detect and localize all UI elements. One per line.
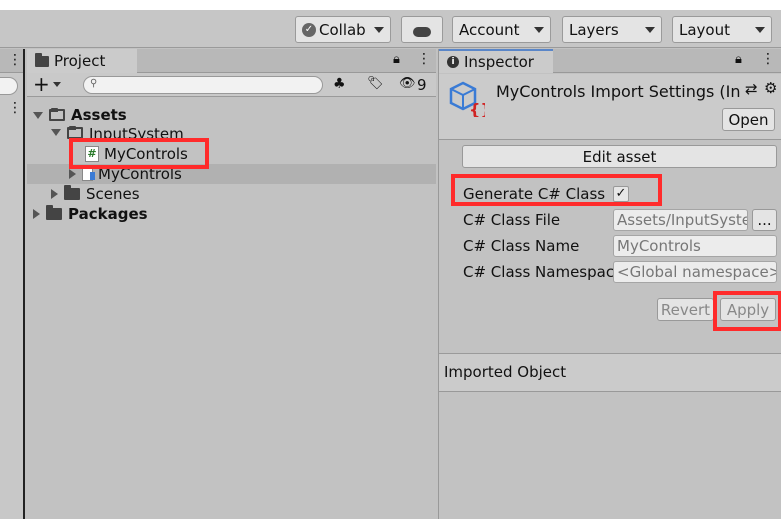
cloud-button[interactable] [401, 16, 443, 43]
left-search-input[interactable] [0, 77, 18, 95]
tree-item-mycontrols-script[interactable]: # MyControls [85, 144, 188, 164]
inspector-panel: i Inspector 🔒︎ ⋮ {} MyControls Import Se… [438, 49, 781, 519]
check-circle-icon: ✓ [302, 22, 316, 37]
main-toolbar: ✓ Collab Account Layers Layout [0, 10, 781, 48]
tree-label: MyControls [104, 145, 188, 163]
class-file-input[interactable]: Assets/InputSyste [613, 209, 748, 231]
chevron-down-icon [645, 26, 655, 33]
label-tag-icon[interactable]: 🏷︎ [367, 76, 384, 91]
svg-text:{}: {} [469, 100, 485, 117]
info-icon: i [447, 56, 459, 68]
apply-button[interactable]: Apply [720, 298, 776, 321]
tree-item-inputsystem[interactable]: InputSystem [51, 125, 184, 139]
tree-label: MyControls [98, 165, 182, 183]
collapse-arrow-icon[interactable] [69, 169, 76, 179]
layers-label: Layers [569, 20, 619, 39]
imported-object-label: Imported Object [444, 363, 567, 381]
input-actions-asset-icon: {} [449, 81, 485, 117]
generate-class-checkbox[interactable]: ✓ [613, 186, 629, 202]
project-tabbar: Project 🔒︎ ⋮ [27, 49, 436, 73]
folder-open-icon [49, 108, 65, 121]
collab-button[interactable]: ✓ Collab [295, 16, 391, 43]
tree-label: InputSystem [89, 125, 184, 139]
chevron-down-icon [374, 26, 384, 33]
folder-icon [46, 205, 62, 220]
layout-label: Layout [679, 20, 730, 39]
tab-inspector-label: Inspector [464, 53, 534, 71]
account-label: Account [459, 20, 520, 39]
expand-arrow-icon[interactable] [51, 129, 61, 136]
tab-project[interactable]: Project [27, 49, 137, 73]
left-panel: ⋮ ⋮ [0, 49, 25, 519]
asset-title: MyControls Import Settings (In [496, 82, 741, 101]
window-top-strip [0, 0, 781, 10]
account-dropdown[interactable]: Account [452, 16, 551, 43]
revert-button[interactable]: Revert [657, 298, 714, 321]
browse-button[interactable]: ... [752, 209, 777, 231]
filter-by-type-icon[interactable]: ♣ [333, 76, 346, 92]
tree-label: Packages [68, 205, 148, 223]
gear-icon[interactable]: ⚙ [764, 79, 777, 97]
lock-icon[interactable]: 🔒︎ [393, 52, 400, 67]
plus-icon[interactable]: + [33, 72, 50, 96]
tree-item-scenes[interactable]: Scenes [51, 184, 140, 204]
input-actions-icon [82, 167, 95, 181]
chevron-down-icon[interactable] [53, 82, 61, 87]
search-icon: ⚲ [90, 78, 98, 89]
generate-class-label: Generate C# Class [463, 185, 606, 203]
tree-label: Assets [71, 106, 127, 124]
tree-label: Scenes [86, 185, 140, 203]
collab-label: Collab [319, 20, 366, 39]
tree-item-mycontrols-asset[interactable]: MyControls [69, 164, 182, 184]
edit-asset-button[interactable]: Edit asset [462, 145, 777, 168]
class-file-label: C# Class File [463, 211, 561, 229]
tab-project-label: Project [54, 52, 106, 70]
folder-open-icon [67, 126, 83, 139]
folder-icon [64, 185, 80, 200]
more-options-icon[interactable]: ⋮ [8, 100, 22, 116]
lock-icon[interactable]: 🔒︎ [735, 52, 742, 67]
tree-item-assets[interactable]: Assets [33, 105, 127, 125]
class-namespace-input[interactable]: <Global namespace> [613, 261, 777, 283]
open-button[interactable]: Open [722, 108, 775, 131]
chevron-down-icon [755, 26, 765, 33]
hidden-count: 9 [417, 76, 427, 94]
collapse-arrow-icon[interactable] [33, 209, 40, 219]
inspector-tabbar: i Inspector 🔒︎ ⋮ [439, 49, 781, 73]
more-options-icon[interactable]: ⋮ [761, 51, 775, 67]
layers-dropdown[interactable]: Layers [562, 16, 662, 43]
more-options-icon[interactable]: ⋮ [417, 51, 431, 67]
tree-item-packages[interactable]: Packages [33, 204, 148, 224]
hidden-packages-icon[interactable]: 👁︎ [399, 76, 416, 91]
cloud-icon [413, 26, 431, 37]
tab-inspector[interactable]: i Inspector [439, 49, 553, 73]
settings-sliders-icon[interactable]: ⇄ [745, 80, 758, 98]
class-name-label: C# Class Name [463, 237, 580, 255]
chevron-down-icon [534, 26, 544, 33]
folder-icon [35, 52, 49, 67]
project-search-input[interactable]: ⚲ [83, 76, 323, 94]
class-namespace-label: C# Class Namespace [463, 263, 613, 281]
csharp-script-icon: # [85, 146, 99, 162]
checkmark-icon: ✓ [615, 186, 627, 201]
project-search-row: + ⚲ ♣ 🏷︎ 👁︎ 9 [27, 72, 436, 97]
layout-dropdown[interactable]: Layout [672, 16, 772, 43]
asset-header: {} MyControls Import Settings (In ⇄ ⚙ Op… [439, 74, 781, 140]
more-options-icon[interactable]: ⋮ [8, 52, 22, 68]
collapse-arrow-icon[interactable] [51, 189, 58, 199]
imported-object-header: Imported Object [439, 354, 781, 392]
project-panel: Project 🔒︎ ⋮ + ⚲ ♣ 🏷︎ 👁︎ 9 Assets InputS… [27, 49, 436, 519]
expand-arrow-icon[interactable] [33, 111, 43, 119]
class-name-input[interactable]: MyControls [613, 235, 777, 257]
